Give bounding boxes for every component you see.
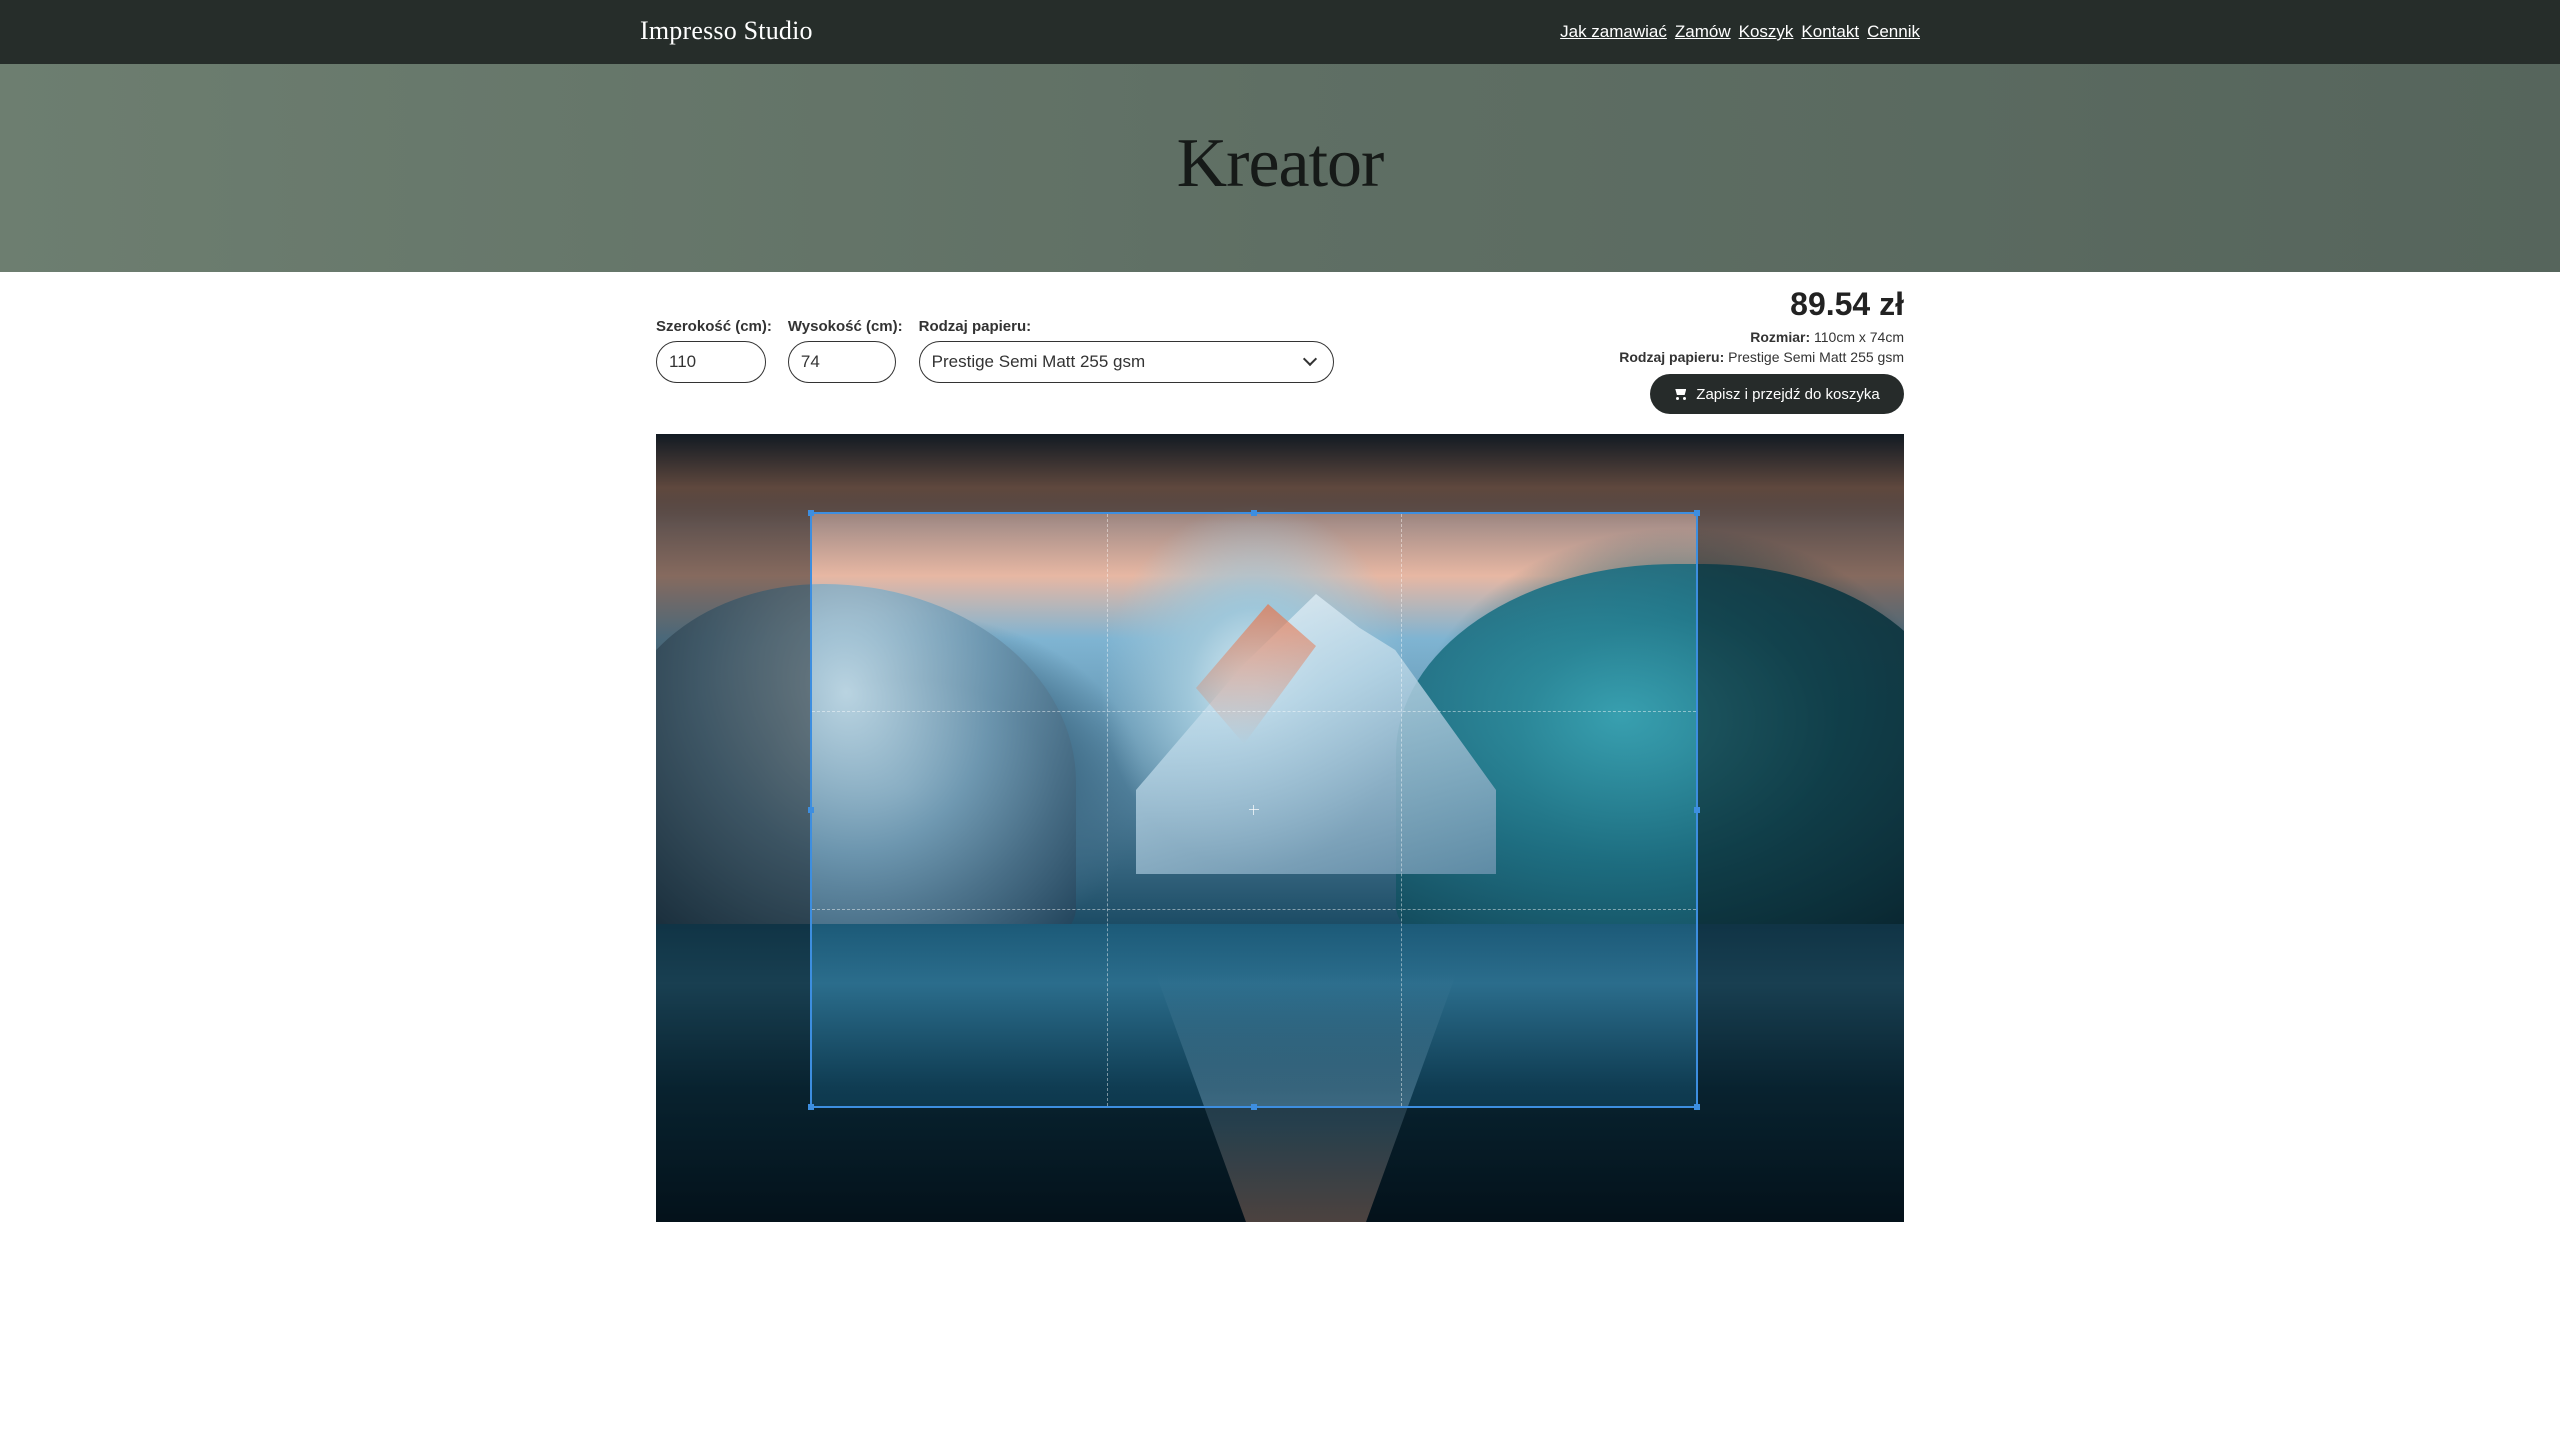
paper-summary-label: Rodzaj papieru:	[1619, 349, 1725, 365]
chevron-down-icon	[1302, 351, 1317, 367]
crop-grid-line	[1106, 514, 1108, 1106]
crop-handle-top-left[interactable]	[808, 510, 814, 516]
height-input[interactable]	[787, 341, 896, 383]
crop-handle-top[interactable]	[1251, 510, 1257, 516]
paper-summary-value: Prestige Semi Matt 255 gsm	[1728, 349, 1904, 365]
crop-mask-top	[656, 434, 1904, 512]
brand-logo[interactable]: Impresso Studio	[640, 16, 813, 46]
main-nav: Jak zamawiać Zamów Koszyk Kontakt Cennik	[1560, 22, 1920, 42]
width-input[interactable]	[656, 341, 766, 383]
crop-handle-right[interactable]	[1694, 807, 1700, 813]
nav-link-cart[interactable]: Koszyk	[1739, 22, 1794, 42]
crop-handle-left[interactable]	[808, 807, 814, 813]
crop-center-icon	[1249, 805, 1259, 815]
cart-icon	[1674, 388, 1688, 400]
image-crop-editor[interactable]	[656, 434, 1904, 1222]
crop-box[interactable]	[808, 510, 1700, 1110]
crop-grid-line	[812, 711, 1696, 713]
width-field: Szerokość (cm):	[656, 318, 772, 383]
size-summary: Rozmiar: 110cm x 74cm	[1619, 327, 1904, 347]
size-summary-label: Rozmiar:	[1750, 329, 1811, 345]
crop-handle-bottom-left[interactable]	[808, 1104, 814, 1110]
print-options-form: Szerokość (cm): Wysokość (cm): Rodzaj pa…	[656, 318, 1334, 383]
hero-banner: Kreator	[0, 64, 2560, 272]
paper-label: Rodzaj papieru:	[918, 318, 1032, 335]
height-label: Wysokość (cm):	[787, 318, 903, 335]
size-summary-value: 110cm x 74cm	[1814, 329, 1904, 345]
crop-mask-right	[1698, 512, 1904, 1108]
paper-summary: Rodzaj papieru: Prestige Semi Matt 255 g…	[1619, 347, 1904, 367]
paper-select[interactable]: Prestige Semi Matt 255 gsm	[918, 341, 1334, 383]
height-field: Wysokość (cm):	[787, 318, 903, 383]
nav-link-contact[interactable]: Kontakt	[1801, 22, 1859, 42]
order-summary: 89.54 zł Rozmiar: 110cm x 74cm Rodzaj pa…	[1619, 286, 1904, 367]
page-title: Kreator	[1176, 125, 1385, 202]
crop-mask-left	[656, 512, 810, 1108]
crop-mask-bottom	[656, 1108, 1904, 1222]
top-navbar: Impresso Studio Jak zamawiać Zamów Koszy…	[0, 0, 2560, 64]
crop-grid-line	[812, 908, 1696, 910]
nav-link-how-to-order[interactable]: Jak zamawiać	[1560, 22, 1667, 42]
crop-handle-bottom-right[interactable]	[1694, 1104, 1700, 1110]
crop-grid-line	[1401, 514, 1403, 1106]
price-total: 89.54 zł	[1790, 286, 1904, 322]
nav-link-order[interactable]: Zamów	[1675, 22, 1731, 42]
cta-label: Zapisz i przejdź do koszyka	[1696, 385, 1880, 403]
width-label: Szerokość (cm):	[656, 318, 772, 335]
paper-select-value: Prestige Semi Matt 255 gsm	[931, 352, 1146, 371]
save-and-go-to-cart-button[interactable]: Zapisz i przejdź do koszyka	[1650, 374, 1904, 414]
crop-handle-top-right[interactable]	[1694, 510, 1700, 516]
nav-link-pricing[interactable]: Cennik	[1867, 22, 1920, 42]
crop-handle-bottom[interactable]	[1251, 1104, 1257, 1110]
paper-field: Rodzaj papieru: Prestige Semi Matt 255 g…	[918, 318, 1334, 383]
